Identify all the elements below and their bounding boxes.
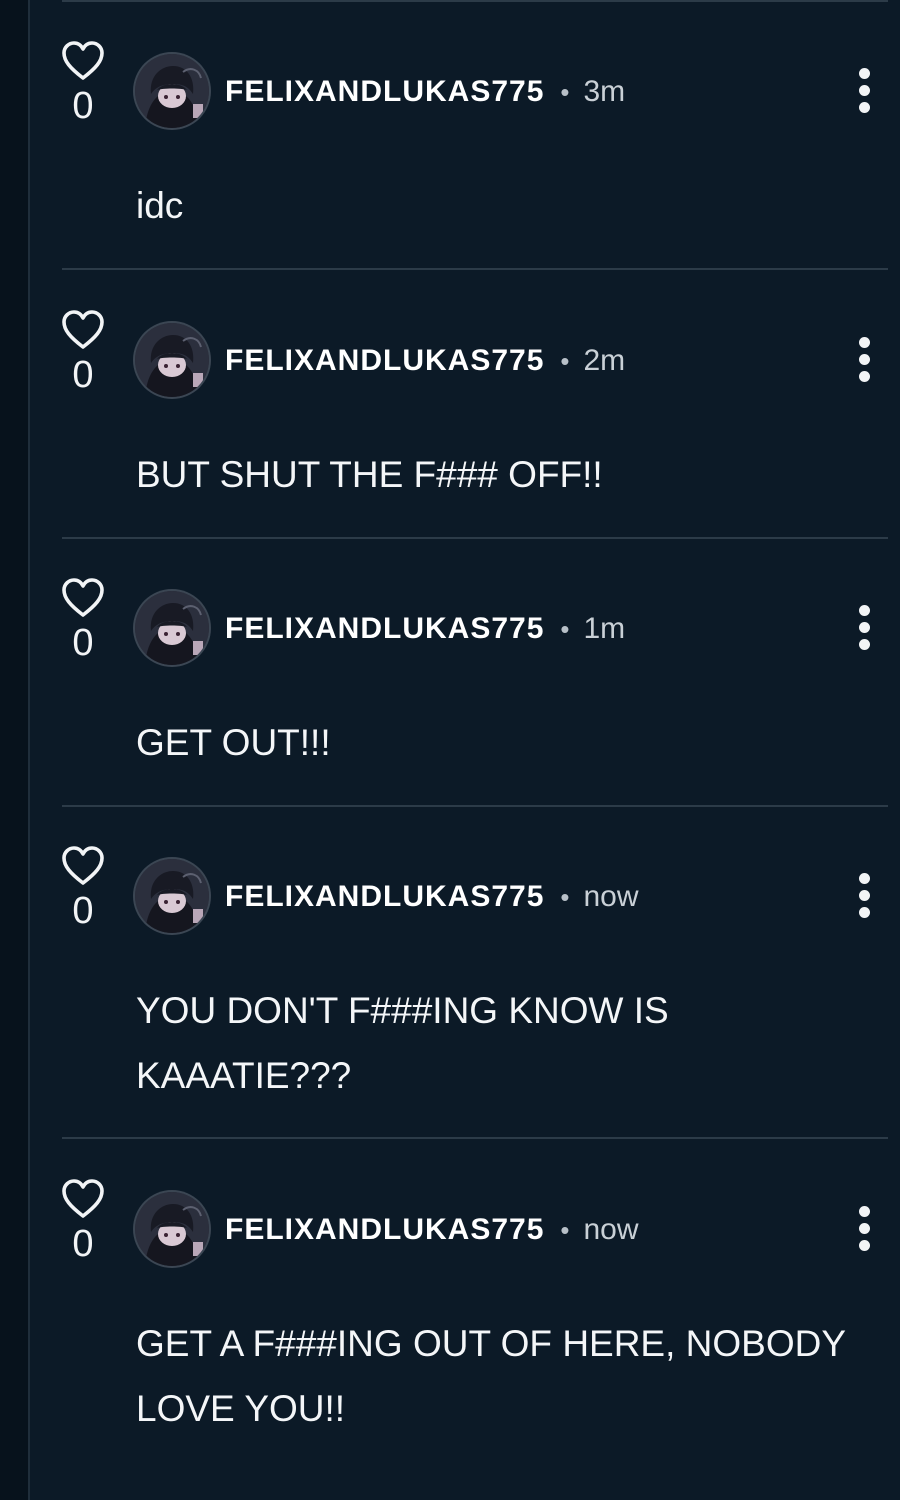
username[interactable]: FELIXANDLUKAS775 — [225, 612, 544, 646]
separator-dot: • — [560, 613, 570, 644]
like-control: 0 — [58, 1178, 108, 1264]
timestamp: now — [583, 1213, 639, 1246]
heart-icon[interactable] — [58, 309, 108, 351]
like-count: 0 — [72, 85, 94, 127]
comment-text: idc — [136, 185, 184, 226]
username[interactable]: FELIXANDLUKAS775 — [225, 344, 544, 378]
divider — [62, 537, 888, 539]
separator-dot: • — [560, 76, 570, 107]
separator-dot: • — [560, 1214, 570, 1245]
avatar[interactable] — [135, 591, 209, 665]
like-count: 0 — [72, 1223, 94, 1265]
more-options-icon[interactable] — [848, 337, 880, 387]
like-control: 0 — [58, 577, 108, 663]
comment-text: YOU DON'T F###ING KNOW IS KAAATIE??? — [136, 990, 669, 1096]
more-options-icon[interactable] — [848, 1206, 880, 1256]
more-options-icon[interactable] — [848, 68, 880, 118]
like-count: 0 — [72, 890, 94, 932]
timestamp: 1m — [583, 612, 626, 645]
username[interactable]: FELIXANDLUKAS775 — [225, 880, 544, 914]
username[interactable]: FELIXANDLUKAS775 — [225, 1213, 544, 1247]
divider — [62, 805, 888, 807]
avatar[interactable] — [135, 323, 209, 397]
comment-meta: FELIXANDLUKAS775 • now — [225, 877, 639, 917]
timestamp: 2m — [583, 344, 626, 377]
divider — [62, 0, 888, 2]
separator-dot: • — [560, 881, 570, 912]
separator-dot: • — [560, 345, 570, 376]
divider — [62, 1137, 888, 1139]
comment-text: GET A F###ING OUT OF HERE, NOBODY LOVE Y… — [136, 1323, 846, 1429]
comment-meta: FELIXANDLUKAS775 • 2m — [225, 341, 625, 381]
comment-text: BUT SHUT THE F### OFF!! — [136, 454, 603, 495]
avatar[interactable] — [135, 1192, 209, 1266]
username[interactable]: FELIXANDLUKAS775 — [225, 75, 544, 109]
like-control: 0 — [58, 845, 108, 931]
heart-icon[interactable] — [58, 845, 108, 887]
timestamp: 3m — [583, 75, 626, 108]
heart-icon[interactable] — [58, 577, 108, 619]
left-rail — [0, 0, 30, 1500]
like-control: 0 — [58, 309, 108, 395]
more-options-icon[interactable] — [848, 605, 880, 655]
heart-icon[interactable] — [58, 1178, 108, 1220]
divider — [62, 268, 888, 270]
like-count: 0 — [72, 622, 94, 664]
more-options-icon[interactable] — [848, 873, 880, 923]
comment-meta: FELIXANDLUKAS775 • now — [225, 1210, 639, 1250]
comment-meta: FELIXANDLUKAS775 • 3m — [225, 72, 625, 112]
comment-meta: FELIXANDLUKAS775 • 1m — [225, 609, 625, 649]
avatar[interactable] — [135, 54, 209, 128]
comment-thread: 0 FELIXANDLUKAS775 • 3m idc 0 FELIXANDLU… — [0, 0, 900, 1500]
avatar[interactable] — [135, 859, 209, 933]
heart-icon[interactable] — [58, 40, 108, 82]
comment-text: GET OUT!!! — [136, 722, 331, 763]
timestamp: now — [583, 880, 639, 913]
like-count: 0 — [72, 354, 94, 396]
like-control: 0 — [58, 40, 108, 126]
